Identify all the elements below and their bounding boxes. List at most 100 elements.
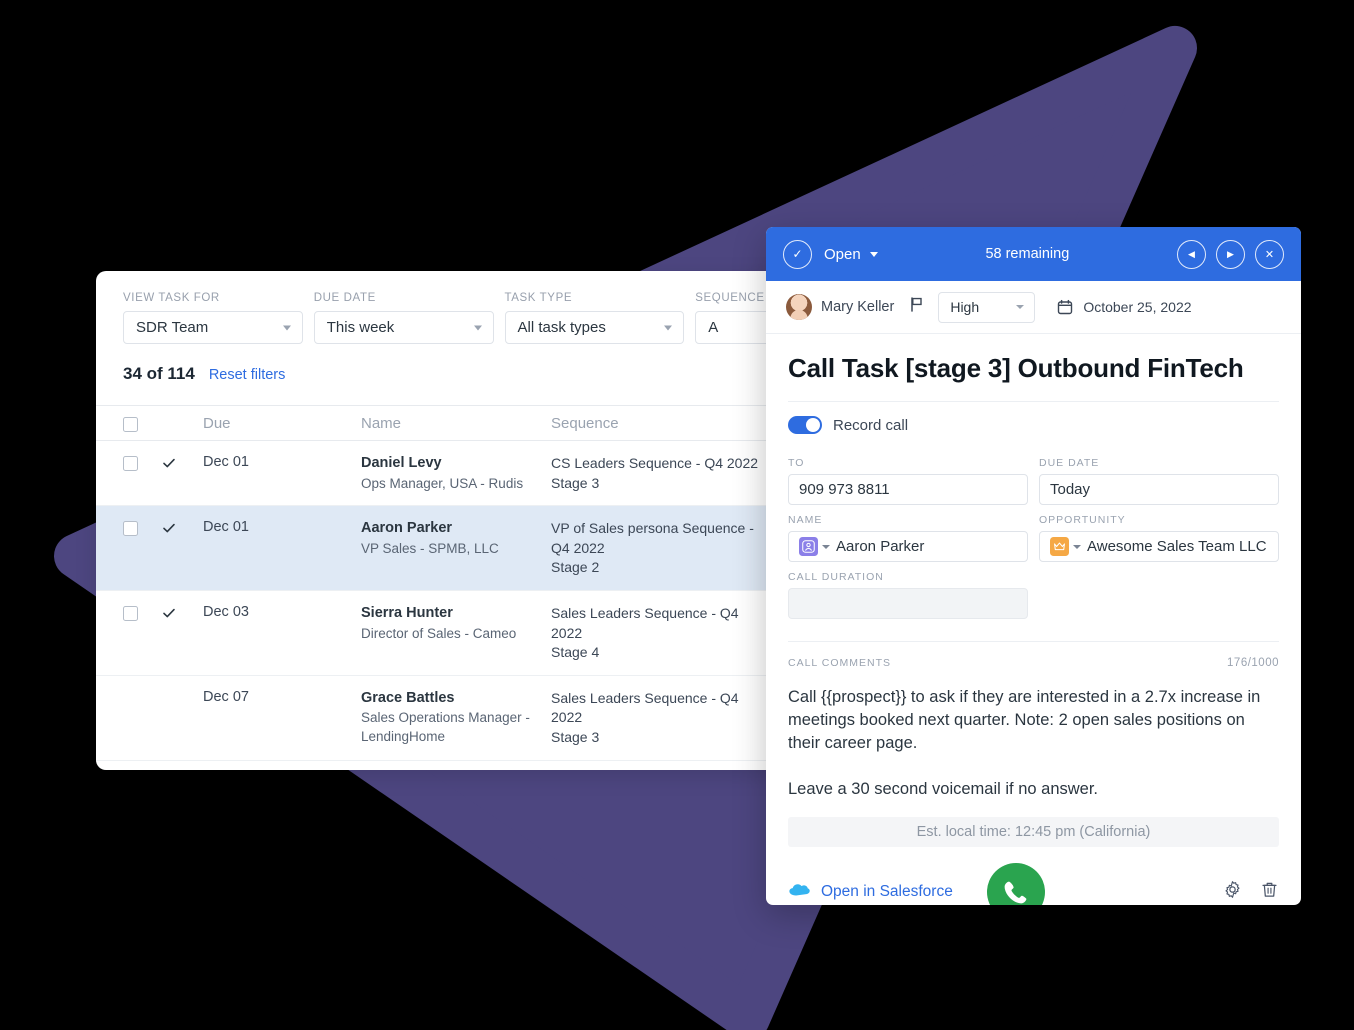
open-in-salesforce-link[interactable]: Open in Salesforce [788,882,953,902]
gear-icon[interactable] [1223,880,1242,904]
priority-select[interactable]: High [938,291,1036,323]
flag-icon[interactable] [910,297,924,317]
filter-due-date: DUE DATE This week [313,292,494,344]
start-call-button[interactable] [986,863,1045,905]
salesforce-cloud-icon [788,882,811,902]
call-comments-text[interactable]: Call {{prospect}} to ask if they are int… [788,686,1279,801]
chevron-down-icon[interactable] [822,544,830,549]
estimated-local-time: Est. local time: 12:45 pm (California) [788,817,1279,848]
checkbox-icon[interactable] [123,416,138,432]
record-call-row: Record call [788,416,1279,434]
footer-actions [1223,880,1279,904]
row-sequence: Sales Leaders Sequence - Q4 2022 [551,689,739,726]
reset-filters-link[interactable]: Reset filters [209,367,286,383]
row-complete-icon-cell[interactable] [161,454,203,476]
column-header-due[interactable]: Due [203,415,361,432]
task-status-check-button[interactable]: ✓ [783,239,812,269]
filter-label-due-date: DUE DATE [313,292,376,304]
name-input[interactable]: Aaron Parker [788,531,1028,562]
due-date-select[interactable]: This week [313,311,494,344]
page-title: Call Task [stage 3] Outbound FinTech [788,334,1279,402]
row-sequence: CS Leaders Sequence - Q4 2022 [551,455,759,471]
row-complete-icon-cell[interactable] [161,604,203,626]
to-value: 909 973 8811 [799,481,890,498]
select-all-checkbox-cell[interactable] [123,415,161,432]
check-icon: ✓ [792,247,803,261]
row-checkbox-cell[interactable] [123,454,161,471]
row-title: Ops Manager, USA - Rudis [361,475,524,491]
chevron-down-icon[interactable] [1073,544,1081,549]
due-date-value: This week [326,319,395,336]
checkbox-icon[interactable] [123,605,138,621]
close-panel-button[interactable]: ✕ [1255,239,1284,269]
opportunity-input[interactable]: Awesome Sales Team LLC [1039,531,1279,562]
task-type-value: All task types [517,319,606,336]
row-name: Grace Battles [361,689,455,706]
row-sequence: Sales Leaders Sequence - Q4 2022 [551,604,739,641]
column-header-sequence[interactable]: Sequence [551,415,766,432]
person-icon [799,537,818,556]
task-type-select[interactable]: All task types [504,311,685,344]
task-status-label[interactable]: Open [824,246,861,263]
row-sequence-cell: Sales Leaders Sequence - Q4 2022 Stage 4 [551,604,766,663]
row-due: Dec 03 [203,603,249,620]
checkbox-icon[interactable] [123,456,138,471]
field-due-date: DUE DATE Today [1039,448,1279,505]
row-complete-icon-cell[interactable] [161,519,203,541]
row-stage: Stage 3 [551,474,600,491]
screenshot-root: VIEW TASK FOR SDR Team DUE DATE This wee… [0,0,1354,1030]
field-label-to: TO [788,457,805,469]
to-input[interactable]: 909 973 8811 [788,474,1028,505]
next-task-button[interactable]: ▶ [1216,239,1245,269]
task-owner-name: Mary Keller [821,299,895,315]
previous-task-button[interactable]: ◀ [1177,239,1206,269]
task-meta-row: Mary Keller High October 25, 2022 [766,281,1301,334]
phone-icon [1004,881,1027,904]
chevron-down-icon[interactable] [869,251,878,257]
row-title: Sales Operations Manager - LendingHome [361,710,530,744]
priority-value: High [950,299,980,315]
call-comments-header: CALL COMMENTS 176/1000 [788,641,1279,669]
column-header-name[interactable]: Name [361,415,551,432]
field-spacer [1039,562,1279,619]
trash-icon[interactable] [1260,880,1279,904]
row-name-cell: Grace Battles Sales Operations Manager -… [361,689,551,746]
row-checkbox-cell[interactable] [123,519,161,537]
caret-right-icon: ▶ [1227,248,1234,259]
check-icon [163,458,175,468]
chevron-down-icon [282,325,291,330]
field-name: NAME Aaron Parker [788,505,1028,562]
open-in-salesforce-label: Open in Salesforce [821,883,953,901]
filter-view-task-for: VIEW TASK FOR SDR Team [123,292,303,344]
record-call-toggle[interactable] [788,416,822,434]
field-label-call-duration: CALL DURATION [788,571,884,583]
row-name-cell: Aaron Parker VP Sales - SPMB, LLC [361,519,551,558]
view-task-for-select[interactable]: SDR Team [123,311,303,344]
row-checkbox-cell[interactable] [123,689,161,691]
call-task-panel: ✓ Open 58 remaining ◀ ▶ ✕ Mary Keller Hi… [766,227,1301,905]
close-icon: ✕ [1264,248,1275,261]
call-comments-label: CALL COMMENTS [788,657,892,669]
field-to: TO 909 973 8811 [788,448,1028,505]
remaining-count: 58 remaining [985,246,1070,262]
due-date-input[interactable]: Today [1039,474,1279,505]
chevron-down-icon [1016,305,1025,309]
checkbox-icon[interactable] [123,521,138,537]
row-name: Daniel Levy [361,455,442,471]
panel-footer: Open in Salesforce [766,853,1301,905]
row-name-cell: Daniel Levy Ops Manager, USA - Rudis [361,454,551,493]
chevron-down-icon [664,325,673,330]
task-due-date[interactable]: October 25, 2022 [1083,299,1191,315]
row-checkbox-cell[interactable] [123,604,161,621]
row-sequence: VP of Sales persona Sequence - Q4 2022 [551,520,754,556]
header-spacer [161,423,203,424]
field-label-due-date: DUE DATE [1039,457,1100,469]
sequence-value: A [708,319,719,336]
avatar [786,294,812,320]
row-name-cell: Sierra Hunter Director of Sales - Cameo [361,604,551,643]
crown-icon [1050,537,1069,556]
call-duration-input[interactable] [788,588,1028,619]
row-sequence-cell: Sales Leaders Sequence - Q4 2022 Stage 3 [551,689,766,748]
check-icon [163,608,175,618]
row-sequence-cell: CS Leaders Sequence - Q4 2022 Stage 3 [551,454,766,493]
